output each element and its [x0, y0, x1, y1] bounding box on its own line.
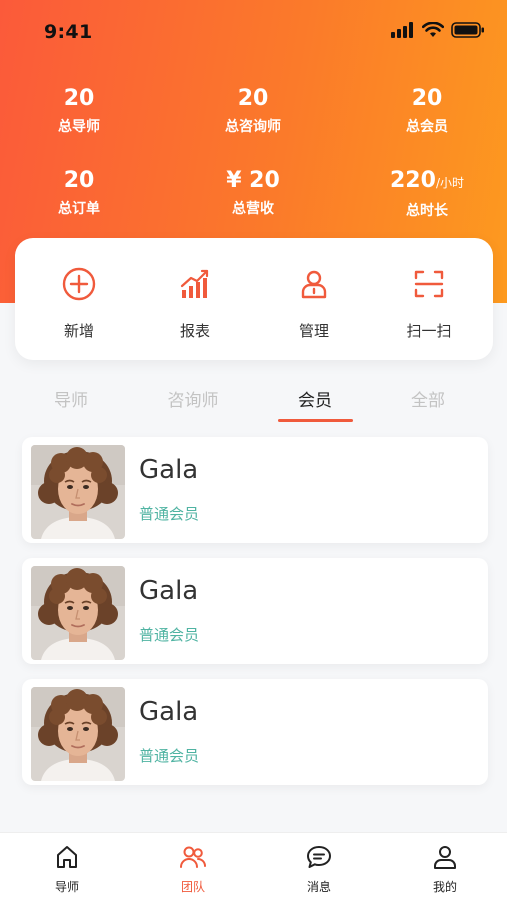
battery-icon [451, 22, 484, 38]
status-icons [391, 22, 485, 38]
wifi-icon [422, 22, 444, 37]
stat-label: 总导师 [58, 119, 100, 135]
stat-label: 总会员 [406, 119, 448, 135]
status-bar: 9:41 [0, 0, 507, 66]
stat-label: 总营收 [232, 201, 274, 217]
avatar-image [31, 687, 125, 781]
action-manage[interactable]: 管理 [264, 266, 364, 341]
nav-label: 导师 [54, 880, 79, 894]
stat-label: 总时长 [406, 203, 448, 219]
member-tag: 普通会员 [139, 505, 200, 523]
stat-label: 总咨询师 [225, 119, 281, 135]
signal-icon [391, 22, 413, 38]
action-add[interactable]: 新增 [29, 266, 129, 341]
nav-label: 团队 [180, 880, 205, 894]
stat-total-orders: 20 总订单 [9, 166, 149, 220]
member-card[interactable]: Gala 普通会员 [22, 679, 488, 785]
stat-value: 20 [411, 86, 443, 111]
home-icon [57, 846, 77, 868]
member-name: Gala [139, 455, 199, 485]
nav-label: 消息 [306, 880, 331, 894]
tab-active-indicator [278, 419, 353, 422]
stat-value: 20 [63, 168, 95, 193]
action-scan[interactable]: 扫一扫 [379, 266, 479, 341]
action-label: 管理 [298, 322, 329, 340]
stat-value: 20 [63, 86, 95, 111]
stat-total-duration: 220/小时 总时长 [357, 166, 497, 222]
status-time: 9:41 [44, 21, 93, 43]
stats-panel: 20 总导师 20 总咨询师 20 总会员 20 总订单 ¥ 20 总营收 22… [0, 84, 507, 234]
action-label: 新增 [63, 322, 94, 340]
action-report[interactable]: 报表 [145, 266, 245, 341]
nav-profile[interactable]: 我的 [405, 843, 485, 895]
stat-value: 20 [237, 86, 269, 111]
avatar [31, 687, 125, 781]
stat-total-revenue: ¥ 20 总营收 [183, 166, 323, 220]
nav-messages[interactable]: 消息 [279, 843, 359, 895]
team-icon [180, 846, 206, 868]
profile-icon [434, 846, 456, 869]
member-card[interactable]: Gala 普通会员 [22, 558, 488, 664]
nav-team[interactable]: 团队 [153, 843, 233, 895]
plus-circle-icon [62, 267, 96, 301]
stat-value: ¥ 20 [226, 168, 280, 193]
stat-total-members: 20 总会员 [357, 84, 497, 138]
member-name: Gala [139, 576, 199, 606]
tab-members[interactable]: 会员 [265, 386, 365, 411]
bottom-nav: 导师 团队 消息 我的 [0, 832, 507, 900]
stat-value: 220/小时 [390, 168, 464, 193]
avatar-image [31, 445, 125, 539]
avatar-image [31, 566, 125, 660]
scan-icon [414, 270, 444, 298]
category-tabs: 导师 咨询师 会员 全部 [0, 378, 507, 424]
stat-label: 总订单 [58, 201, 100, 217]
tab-counselors[interactable]: 咨询师 [143, 386, 243, 411]
quick-actions-card: 新增 报表 管理 扫一扫 [15, 238, 493, 360]
nav-label: 我的 [432, 880, 457, 894]
tab-all[interactable]: 全部 [378, 386, 478, 411]
member-tag: 普通会员 [139, 626, 200, 644]
member-name: Gala [139, 697, 199, 727]
avatar [31, 566, 125, 660]
chart-icon [180, 269, 209, 298]
stat-total-counselors: 20 总咨询师 [183, 84, 323, 138]
avatar [31, 445, 125, 539]
message-icon [307, 846, 331, 868]
user-manage-icon [301, 270, 327, 299]
action-label: 报表 [179, 322, 210, 340]
nav-mentors[interactable]: 导师 [27, 843, 107, 895]
stat-total-mentors: 20 总导师 [9, 84, 149, 138]
tab-mentors[interactable]: 导师 [21, 386, 121, 411]
action-label: 扫一扫 [406, 322, 452, 340]
stat-unit: /小时 [435, 176, 464, 190]
member-tag: 普通会员 [139, 747, 200, 765]
member-card[interactable]: Gala 普通会员 [22, 437, 488, 543]
